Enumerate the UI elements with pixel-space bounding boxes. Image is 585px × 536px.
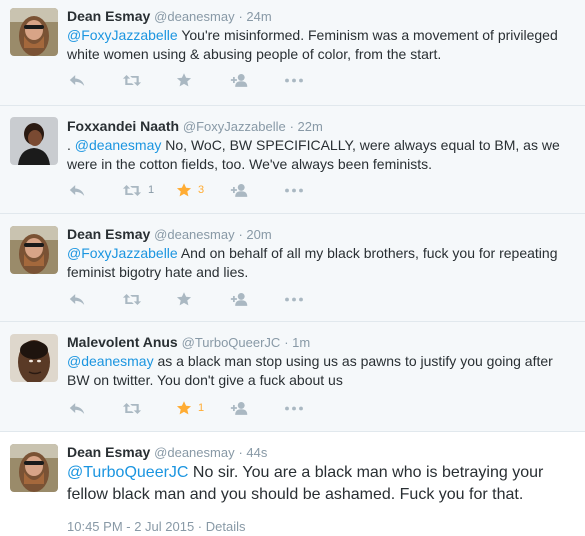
tweet-actions: 1 3 bbox=[68, 181, 338, 199]
author-handle[interactable]: @TurboQueerJC bbox=[182, 335, 281, 350]
follow-icon bbox=[230, 291, 249, 307]
more-button[interactable] bbox=[284, 290, 338, 308]
more-button[interactable] bbox=[284, 71, 338, 89]
reply-button[interactable] bbox=[68, 290, 122, 308]
author-name[interactable]: Malevolent Anus bbox=[67, 334, 178, 350]
timestamp[interactable]: · 1m bbox=[284, 335, 310, 350]
favorite-button[interactable]: 1 bbox=[176, 399, 230, 417]
follow-button[interactable] bbox=[230, 181, 284, 199]
favorite-button[interactable] bbox=[176, 290, 230, 308]
avatar[interactable] bbox=[10, 226, 58, 274]
retweet-icon bbox=[122, 183, 142, 198]
tweet-timestamp-details[interactable]: 10:45 PM - 2 Jul 2015 · Details bbox=[67, 519, 245, 534]
more-button[interactable] bbox=[284, 399, 338, 417]
tweet-actions bbox=[68, 290, 338, 308]
author-name[interactable]: Dean Esmay bbox=[67, 8, 150, 24]
mention-link[interactable]: @FoxyJazzabelle bbox=[67, 27, 178, 43]
author-handle[interactable]: @deanesmay bbox=[154, 9, 234, 24]
tweet-1[interactable]: Dean Esmay @deanesmay · 24m @FoxyJazzabe… bbox=[0, 0, 585, 106]
avatar[interactable] bbox=[10, 444, 58, 492]
retweet-icon bbox=[122, 401, 142, 416]
author-handle[interactable]: @deanesmay bbox=[154, 227, 234, 242]
mention-link[interactable]: @deanesmay bbox=[67, 353, 154, 369]
mention-link[interactable]: @TurboQueerJC bbox=[67, 464, 188, 481]
reply-icon bbox=[68, 183, 86, 198]
tweet-2[interactable]: Foxxandei Naath @FoxyJazzabelle · 22m . … bbox=[0, 106, 585, 214]
favorite-icon bbox=[176, 72, 192, 88]
tweet-5-focused[interactable]: Dean Esmay @deanesmay · 44s @TurboQueerJ… bbox=[0, 432, 585, 536]
tweet-actions bbox=[68, 71, 338, 89]
tweet-3[interactable]: Dean Esmay @deanesmay · 20m @FoxyJazzabe… bbox=[0, 214, 585, 322]
follow-button[interactable] bbox=[230, 290, 284, 308]
retweet-button[interactable] bbox=[122, 290, 176, 308]
timestamp[interactable]: · 22m bbox=[290, 119, 323, 134]
timestamp[interactable]: · 44s bbox=[238, 445, 267, 460]
text-prefix: . bbox=[67, 137, 75, 153]
author-handle[interactable]: @FoxyJazzabelle bbox=[183, 119, 286, 134]
retweet-count: 1 bbox=[148, 184, 155, 196]
tweet-text: . @deanesmay No, WoC, BW SPECIFICALLY, w… bbox=[67, 136, 572, 174]
avatar[interactable] bbox=[10, 8, 58, 56]
favorite-icon bbox=[176, 182, 192, 198]
tweet-text: @FoxyJazzabelle And on behalf of all my … bbox=[67, 244, 572, 282]
reply-icon bbox=[68, 292, 86, 307]
avatar[interactable] bbox=[10, 334, 58, 382]
author-name[interactable]: Dean Esmay bbox=[67, 444, 150, 460]
author-name[interactable]: Foxxandei Naath bbox=[67, 118, 179, 134]
favorite-count: 3 bbox=[198, 184, 205, 196]
favorite-count: 1 bbox=[198, 402, 205, 414]
tweet-text: @FoxyJazzabelle You're misinformed. Femi… bbox=[67, 26, 572, 64]
favorite-icon bbox=[176, 291, 192, 307]
avatar[interactable] bbox=[10, 117, 58, 165]
follow-icon bbox=[230, 400, 249, 416]
author-handle[interactable]: @deanesmay bbox=[154, 445, 234, 460]
more-icon bbox=[284, 296, 304, 303]
author-name[interactable]: Dean Esmay bbox=[67, 226, 150, 242]
favorite-button[interactable] bbox=[176, 71, 230, 89]
tweet-actions: 1 bbox=[68, 399, 338, 417]
mention-link[interactable]: @deanesmay bbox=[75, 137, 162, 153]
timestamp[interactable]: · 24m bbox=[238, 9, 271, 24]
retweet-icon bbox=[122, 73, 142, 88]
reply-icon bbox=[68, 401, 86, 416]
tweet-text: @TurboQueerJC No sir. You are a black ma… bbox=[67, 462, 572, 506]
reply-button[interactable] bbox=[68, 399, 122, 417]
retweet-button[interactable] bbox=[122, 399, 176, 417]
more-icon bbox=[284, 187, 304, 194]
favorite-button[interactable]: 3 bbox=[176, 181, 230, 199]
favorite-icon bbox=[176, 400, 192, 416]
tweet-4[interactable]: Malevolent Anus @TurboQueerJC · 1m @dean… bbox=[0, 322, 585, 432]
follow-button[interactable] bbox=[230, 71, 284, 89]
reply-icon bbox=[68, 73, 86, 88]
tweet-text: @deanesmay as a black man stop using us … bbox=[67, 352, 572, 390]
timestamp[interactable]: · 20m bbox=[238, 227, 271, 242]
more-icon bbox=[284, 405, 304, 412]
retweet-button[interactable] bbox=[122, 71, 176, 89]
follow-icon bbox=[230, 72, 249, 88]
follow-icon bbox=[230, 182, 249, 198]
follow-button[interactable] bbox=[230, 399, 284, 417]
retweet-button[interactable]: 1 bbox=[122, 181, 176, 199]
retweet-icon bbox=[122, 292, 142, 307]
reply-button[interactable] bbox=[68, 181, 122, 199]
reply-button[interactable] bbox=[68, 71, 122, 89]
more-icon bbox=[284, 77, 304, 84]
more-button[interactable] bbox=[284, 181, 338, 199]
mention-link[interactable]: @FoxyJazzabelle bbox=[67, 245, 178, 261]
